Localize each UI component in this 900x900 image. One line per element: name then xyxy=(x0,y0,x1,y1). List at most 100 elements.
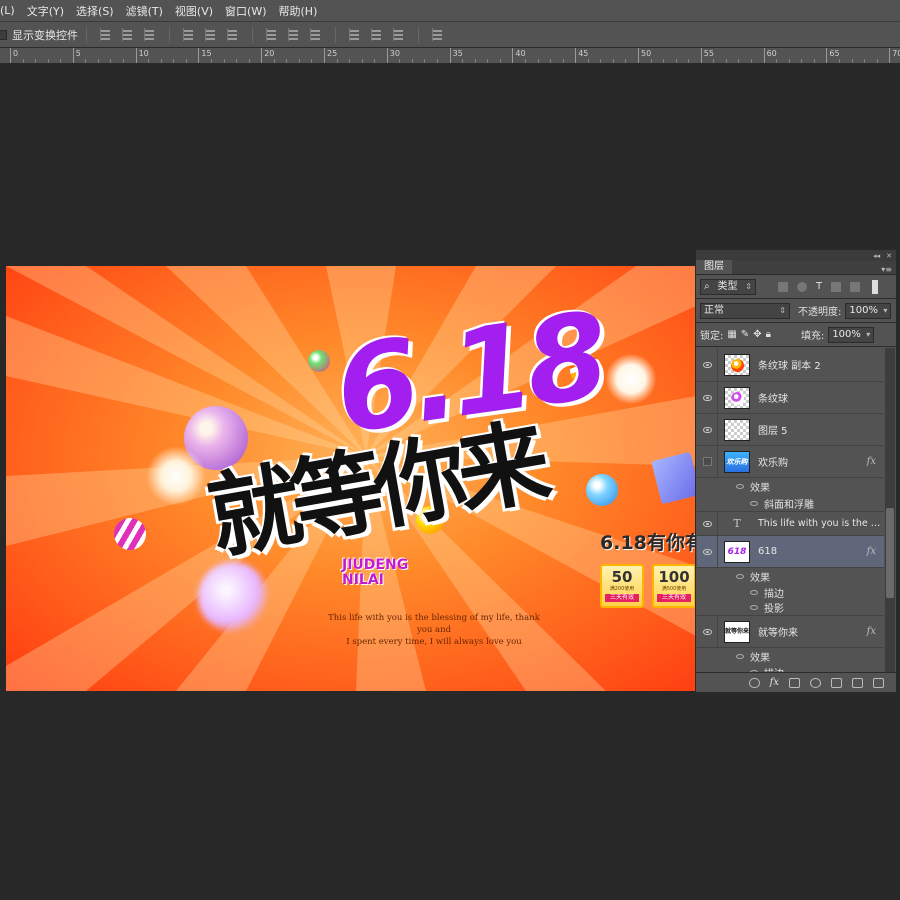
auto-align-icon[interactable] xyxy=(431,27,445,42)
filter-kind-select[interactable]: ⌕ 类型 ⇕ xyxy=(700,278,756,295)
add-style-icon[interactable]: fx xyxy=(770,677,779,688)
eye-icon[interactable] xyxy=(750,605,758,610)
new-group-icon[interactable] xyxy=(831,677,842,688)
eye-icon[interactable] xyxy=(750,589,758,595)
eye-icon[interactable] xyxy=(736,573,744,579)
eye-icon[interactable] xyxy=(750,500,758,506)
eye-icon[interactable] xyxy=(736,484,744,489)
coupon-condition: 满200使用 xyxy=(609,586,635,592)
filter-type-icon[interactable]: T xyxy=(816,281,822,292)
distribute-top-icon[interactable] xyxy=(265,27,279,42)
align-right-edges-icon[interactable] xyxy=(226,27,240,42)
filter-adjustment-icon[interactable] xyxy=(797,281,807,292)
effect-shadow-row[interactable]: 投影 xyxy=(697,600,884,616)
menu-item-type[interactable]: 文字(Y) xyxy=(21,3,70,19)
tab-layers[interactable]: 图层 xyxy=(696,260,732,274)
visibility-toggle[interactable] xyxy=(697,348,718,381)
menu-item-window[interactable]: 窗口(W) xyxy=(219,3,272,19)
effect-bevel-row[interactable]: 斜面和浮雕 xyxy=(697,495,884,512)
menu-item-filter[interactable]: 滤镜(T) xyxy=(120,3,169,19)
lock-all-icon[interactable]: 🔒︎ xyxy=(766,329,771,340)
document-canvas[interactable]: 6.18 就等你来 JIUDENG NILAI This life with y… xyxy=(6,266,696,691)
distribute-right-icon[interactable] xyxy=(392,27,406,42)
menu-item-help[interactable]: 帮助(H) xyxy=(273,3,324,19)
horizontal-ruler[interactable]: 0 5 10 15 20 25 30 35 40 45 50 55 60 65 70 xyxy=(0,48,900,64)
visibility-toggle[interactable] xyxy=(697,512,718,535)
ruler-major-tick xyxy=(638,48,639,63)
layer-name: 条纹球 xyxy=(758,394,788,405)
link-layers-icon[interactable] xyxy=(748,677,760,688)
filter-shape-icon[interactable] xyxy=(831,281,842,292)
layer-row[interactable]: T This life with you is the b... xyxy=(697,512,884,536)
collapse-panel-icon[interactable]: ◂◂ xyxy=(873,252,880,260)
trash-icon[interactable] xyxy=(873,677,884,688)
chevron-down-icon[interactable]: ▾ xyxy=(883,304,887,318)
add-mask-icon[interactable] xyxy=(789,677,800,688)
align-vertical-centers-icon[interactable] xyxy=(121,27,135,42)
close-panel-icon[interactable]: ✕ xyxy=(886,252,892,260)
effects-visibility[interactable] xyxy=(697,478,718,495)
layer-row[interactable]: 欢乐购 欢乐购 fx xyxy=(697,446,884,478)
menu-item-layer-partial[interactable]: (L) xyxy=(0,4,21,17)
fx-icon[interactable]: fx xyxy=(867,626,876,637)
menu-item-select[interactable]: 选择(S) xyxy=(70,3,120,19)
scrollbar-thumb[interactable] xyxy=(886,508,894,598)
distribute-hcenter-icon[interactable] xyxy=(370,27,384,42)
distribute-bottom-icon[interactable] xyxy=(309,27,323,42)
effects-visibility[interactable] xyxy=(697,648,718,664)
ruler-minor-tick xyxy=(813,59,815,63)
ruler-minor-tick xyxy=(487,59,489,63)
filter-smartobject-icon[interactable] xyxy=(850,281,861,292)
blend-mode-select[interactable]: 正常 ⇕ xyxy=(700,302,790,319)
effect-visibility[interactable] xyxy=(697,584,718,600)
effects-visibility[interactable] xyxy=(697,568,718,584)
ruler-minor-tick xyxy=(160,59,162,63)
effect-visibility[interactable] xyxy=(697,495,718,511)
eye-icon xyxy=(702,394,712,401)
chevron-down-icon[interactable]: ▾ xyxy=(866,328,870,342)
layer-row[interactable]: 就等你来 就等你来 fx xyxy=(697,616,884,648)
visibility-toggle[interactable] xyxy=(697,616,718,647)
layer-row[interactable]: 图层 5 xyxy=(697,414,884,446)
eye-icon xyxy=(702,520,712,527)
visibility-toggle[interactable] xyxy=(697,446,718,477)
fill-input[interactable]: 100% ▾ xyxy=(828,326,875,343)
eye-icon[interactable] xyxy=(736,653,744,659)
filter-toggle-icon[interactable] xyxy=(872,279,879,294)
lock-transparent-icon[interactable]: ▦ xyxy=(727,329,736,340)
effect-visibility[interactable] xyxy=(697,600,718,615)
effect-stroke-label: 描边 xyxy=(764,588,784,600)
layer-row[interactable]: 条纹球 xyxy=(697,382,884,414)
layer-row[interactable]: 条纹球 副本 2 xyxy=(697,348,884,382)
filter-pixel-icon[interactable] xyxy=(778,281,788,292)
ruler-minor-tick xyxy=(675,59,677,63)
visibility-toggle[interactable] xyxy=(697,414,718,445)
show-transform-checkbox[interactable] xyxy=(0,29,7,40)
ruler-minor-tick xyxy=(650,59,652,63)
panel-menu-icon[interactable]: ▾≡ xyxy=(881,265,896,274)
layer-row-selected[interactable]: 618 618 fx xyxy=(697,536,884,568)
effects-row[interactable]: 效果 xyxy=(697,478,884,495)
effect-stroke-row[interactable]: 描边 xyxy=(697,584,884,600)
align-horizontal-centers-icon[interactable] xyxy=(204,27,218,42)
opacity-input[interactable]: 100% ▾ xyxy=(845,302,892,319)
fx-icon[interactable]: fx xyxy=(867,456,876,467)
effects-row[interactable]: 效果 xyxy=(697,648,884,664)
new-adjustment-icon[interactable] xyxy=(810,677,821,688)
ruler-minor-tick xyxy=(22,59,24,63)
visibility-toggle[interactable] xyxy=(697,382,718,413)
new-layer-icon[interactable] xyxy=(852,677,863,688)
ruler-minor-tick xyxy=(123,59,125,63)
lock-position-icon[interactable]: ✥ xyxy=(753,329,761,340)
effects-row[interactable]: 效果 xyxy=(697,568,884,584)
distribute-left-icon[interactable] xyxy=(348,27,362,42)
lock-image-icon[interactable]: ✎ xyxy=(741,329,749,340)
visibility-toggle[interactable] xyxy=(697,536,718,567)
align-top-edges-icon[interactable] xyxy=(99,27,113,42)
menu-item-view[interactable]: 视图(V) xyxy=(169,3,219,19)
align-left-edges-icon[interactable] xyxy=(182,27,196,42)
fx-icon[interactable]: fx xyxy=(867,546,876,557)
layers-scrollbar[interactable] xyxy=(885,348,895,673)
align-bottom-edges-icon[interactable] xyxy=(143,27,157,42)
distribute-vcenter-icon[interactable] xyxy=(287,27,301,42)
